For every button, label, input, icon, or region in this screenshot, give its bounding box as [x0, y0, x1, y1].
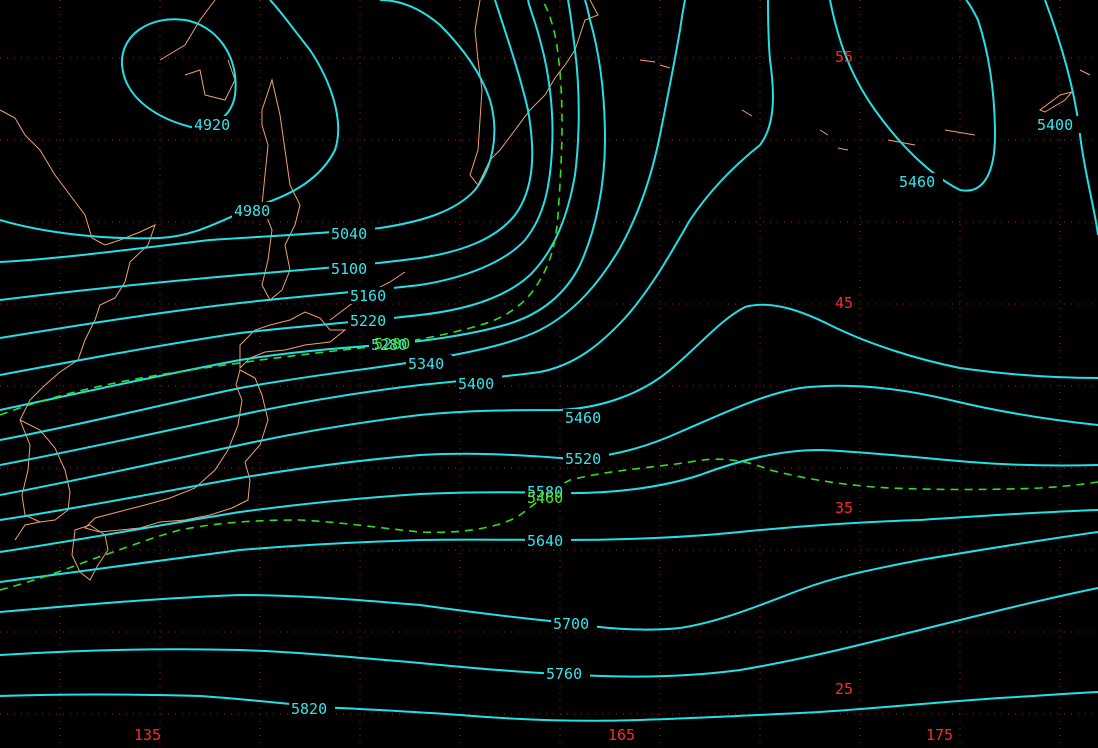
contour-label-5100: 5100	[331, 260, 367, 278]
lon-label-175: 175	[926, 726, 953, 744]
lat-label-25: 25	[835, 680, 853, 698]
contour-label-5760: 5760	[546, 665, 582, 683]
contour-label-4920: 4920	[194, 116, 230, 134]
contour-label-5400-east: 5400	[1037, 116, 1073, 134]
contour-label-5040: 5040	[331, 225, 367, 243]
contour-label-4980: 4980	[234, 202, 270, 220]
contour-label-5640: 5640	[527, 532, 563, 550]
contour-label-5820: 5820	[291, 700, 327, 718]
lon-label-135: 135	[134, 726, 161, 744]
lat-label-55: 55	[835, 48, 853, 66]
contour-label-5460: 5460	[565, 409, 601, 427]
lon-label-165: 165	[608, 726, 635, 744]
lat-label-35: 35	[835, 499, 853, 517]
contour-label-5460-north: 5460	[899, 173, 935, 191]
contour-label-5220: 5220	[350, 312, 386, 330]
contour-label-5340: 5340	[408, 355, 444, 373]
weather-map: 4920 4980 5040 5100 5160 5220 5280 5280 …	[0, 0, 1098, 748]
dashed-label-5460: 5460	[527, 489, 563, 507]
contour-label-5400: 5400	[458, 375, 494, 393]
contour-label-5520: 5520	[565, 450, 601, 468]
contour-label-5160: 5160	[350, 287, 386, 305]
contour-label-5700: 5700	[553, 615, 589, 633]
lat-label-45: 45	[835, 294, 853, 312]
dashed-label-5280: 5280	[374, 335, 410, 353]
